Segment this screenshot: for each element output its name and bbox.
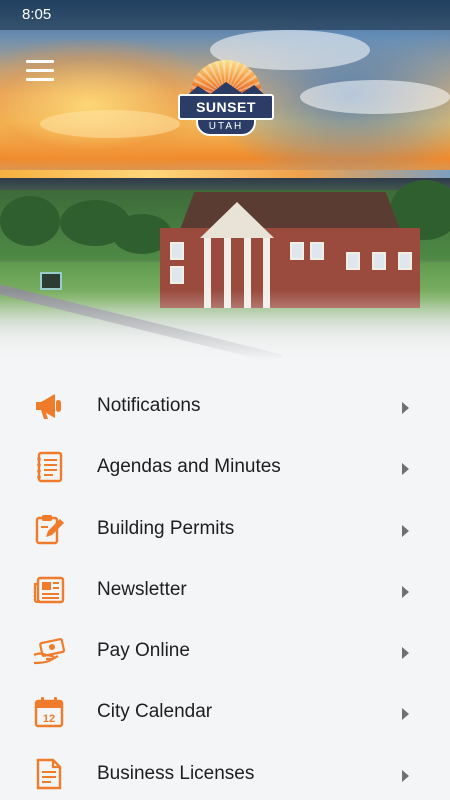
chevron-right-icon <box>402 402 409 414</box>
clipboard-pencil-icon <box>33 513 65 545</box>
chevron-right-icon <box>402 463 409 476</box>
chevron-right-icon <box>402 708 409 721</box>
menu-item-label: Building Permits <box>97 517 235 539</box>
megaphone-icon <box>33 390 65 422</box>
menu-item-notifications[interactable]: Notifications <box>0 376 450 437</box>
sunset-city-logo: SUNSET CITY UTAH <box>178 58 274 140</box>
newspaper-icon <box>33 574 65 606</box>
menu-item-label: Pay Online <box>97 640 190 662</box>
status-time: 8:05 <box>22 6 52 23</box>
svg-text:12: 12 <box>43 713 55 725</box>
document-icon <box>33 758 65 790</box>
status-bar: 8:05 <box>0 0 450 30</box>
menu-item-label: City Calendar <box>97 701 213 723</box>
logo-title: SUNSET CITY <box>178 94 274 137</box>
menu-item-label: Business Licenses <box>97 762 255 784</box>
chevron-right-icon <box>402 647 409 660</box>
menu-item-newsletter[interactable]: Newsletter <box>0 560 450 621</box>
chevron-right-icon <box>402 769 409 782</box>
main-menu-list: Notifications Agendas and Minutes Buildi… <box>0 376 450 800</box>
menu-item-agendas-and-minutes[interactable]: Agendas and Minutes <box>0 437 450 498</box>
calendar-icon: 12 <box>33 696 65 728</box>
menu-item-city-calendar[interactable]: 12 City Calendar <box>0 682 450 743</box>
menu-item-label: Agendas and Minutes <box>97 456 281 478</box>
menu-item-pay-online[interactable]: Pay Online <box>0 621 450 682</box>
menu-item-label: Newsletter <box>97 578 187 600</box>
menu-item-business-licenses[interactable]: Business Licenses <box>0 744 450 800</box>
menu-item-label: Notifications <box>97 395 201 416</box>
notebook-icon <box>33 451 65 483</box>
chevron-right-icon <box>402 524 409 537</box>
logo-subtitle: UTAH <box>196 118 256 136</box>
money-hand-icon <box>33 635 65 667</box>
hero-image <box>0 0 450 360</box>
hamburger-menu-icon[interactable] <box>26 60 54 82</box>
menu-item-building-permits[interactable]: Building Permits <box>0 499 450 560</box>
chevron-right-icon <box>402 585 409 598</box>
